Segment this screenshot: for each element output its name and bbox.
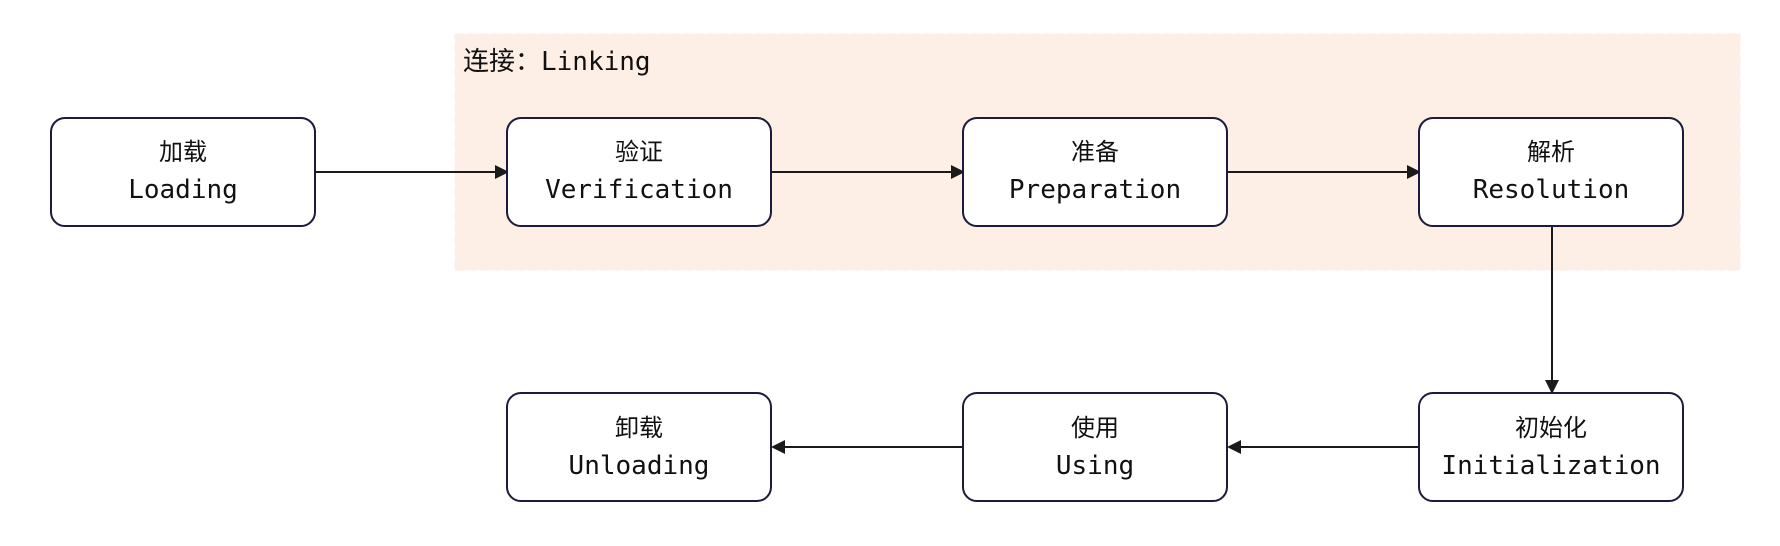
linking-group-label: 连接：Linking bbox=[463, 47, 651, 77]
node-loading[interactable]: 加载 Loading bbox=[50, 117, 316, 227]
node-resolution[interactable]: 解析 Resolution bbox=[1418, 117, 1684, 227]
node-preparation[interactable]: 准备 Preparation bbox=[962, 117, 1228, 227]
node-unloading[interactable]: 卸载 Unloading bbox=[506, 392, 772, 502]
node-unloading-cn-label: 卸载 bbox=[615, 414, 663, 442]
node-initialization[interactable]: 初始化 Initialization bbox=[1418, 392, 1684, 502]
node-preparation-cn-label: 准备 bbox=[1071, 138, 1119, 166]
node-resolution-cn-label: 解析 bbox=[1527, 138, 1575, 166]
edge-initialization-using bbox=[1227, 440, 1421, 454]
node-unloading-en-label: Unloading bbox=[569, 451, 710, 481]
node-initialization-cn-label: 初始化 bbox=[1515, 414, 1587, 442]
node-initialization-en-label: Initialization bbox=[1441, 451, 1660, 481]
node-using-en-label: Using bbox=[1056, 451, 1134, 481]
node-preparation-en-label: Preparation bbox=[1009, 175, 1181, 205]
node-loading-cn-label: 加载 bbox=[159, 138, 207, 166]
node-using[interactable]: 使用 Using bbox=[962, 392, 1228, 502]
node-verification-en-label: Verification bbox=[545, 175, 733, 205]
arrow-head bbox=[771, 440, 785, 454]
arrow-head bbox=[1227, 440, 1241, 454]
class-lifecycle-diagram: 连接：Linking 加载 Loading 验证 Verification 准备… bbox=[50, 33, 1741, 502]
node-verification-cn-label: 验证 bbox=[615, 138, 663, 166]
node-loading-en-label: Loading bbox=[128, 175, 238, 205]
node-using-cn-label: 使用 bbox=[1071, 414, 1119, 442]
edge-using-unloading bbox=[771, 440, 965, 454]
node-verification[interactable]: 验证 Verification bbox=[506, 117, 772, 227]
node-resolution-en-label: Resolution bbox=[1473, 175, 1630, 205]
arrow-head bbox=[1545, 380, 1559, 394]
